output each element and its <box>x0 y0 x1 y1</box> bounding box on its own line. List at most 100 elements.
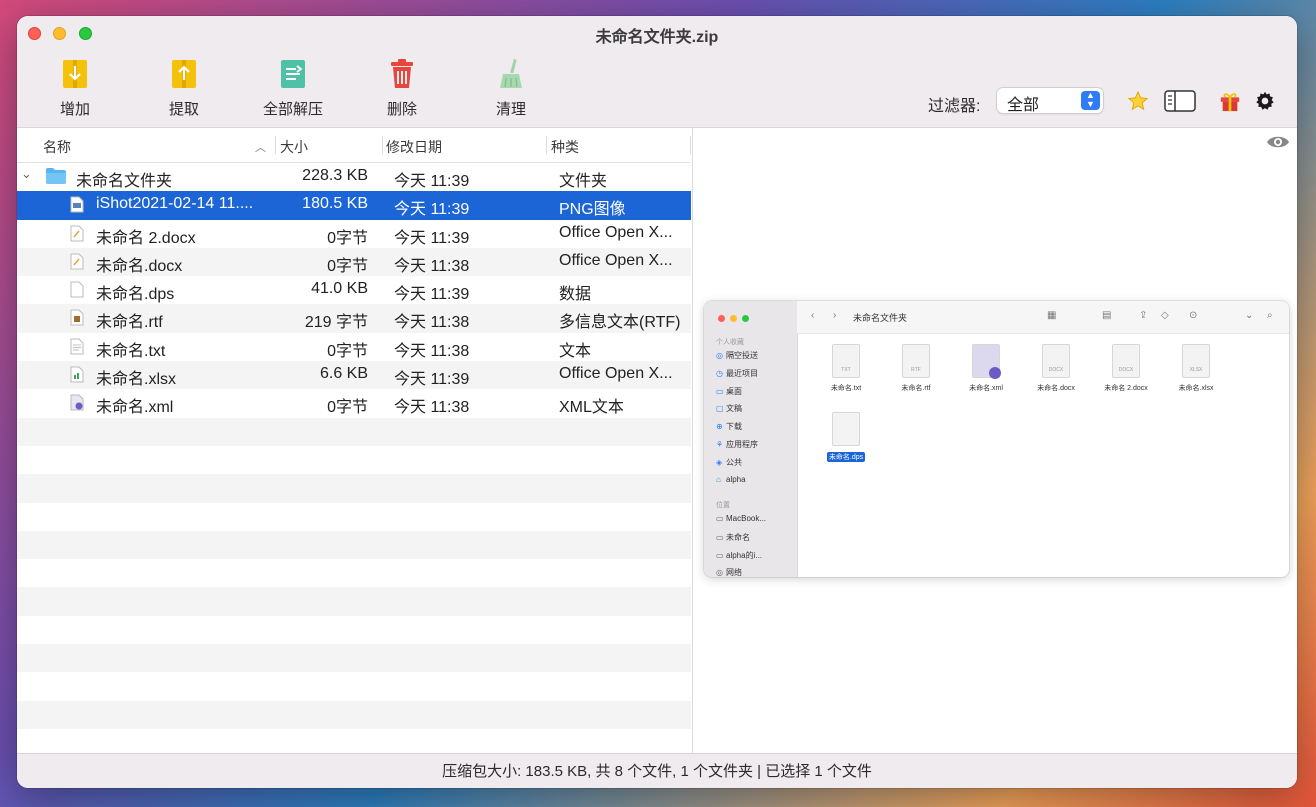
status-bar: 压缩包大小: 183.5 KB, 共 8 个文件, 1 个文件夹 | 已选择 1… <box>17 753 1297 788</box>
column-divider[interactable] <box>275 136 276 154</box>
finder-file-item: DOCX 未命名.docx <box>1024 344 1088 393</box>
table-row[interactable]: iShot2021-02-14 11.... 180.5 KB 今天 11:39 PN… <box>17 191 691 220</box>
blank-file-icon <box>70 281 84 298</box>
finder-file-item: DOCX 未命名 2.docx <box>1094 344 1158 393</box>
delete-button[interactable]: 删除 <box>357 58 447 119</box>
sort-ascending-icon[interactable]: ︿ <box>255 139 266 155</box>
star-icon[interactable] <box>1127 90 1149 117</box>
empty-row <box>17 559 691 587</box>
column-size-header[interactable]: 大小 <box>280 137 308 157</box>
finder-sidebar-label: 隔空投送 <box>726 351 758 360</box>
row-size: 219 字节 <box>304 314 368 332</box>
disclosure-triangle-icon[interactable]: ⌄ <box>21 166 32 182</box>
row-date: 今天 11:39 <box>394 173 470 190</box>
location-icon: ◎ <box>716 568 723 577</box>
table-row[interactable]: 未命名.docx 0字节 今天 11:38 Office Open X... <box>17 247 691 277</box>
finder-sidebar-item: ⊕ 下载 <box>716 421 742 432</box>
eye-icon[interactable] <box>1266 134 1290 155</box>
row-name: 未命名 2.docx <box>96 229 196 247</box>
file-list[interactable]: ⌄ 未命名文件夹 228.3 KB 今天 11:39 文件夹 iShot2021-02-1… <box>17 163 691 753</box>
row-size: 180.5 KB <box>302 195 368 213</box>
row-size: 0字节 <box>327 229 368 247</box>
empty-row <box>17 503 691 531</box>
column-divider[interactable] <box>546 136 547 154</box>
search-icon: ⌕ <box>1267 310 1273 321</box>
row-kind: Office Open X... <box>559 223 673 241</box>
finder-sidebar-label: 公共 <box>726 457 742 467</box>
folder-icon <box>45 167 67 184</box>
delete-label: 删除 <box>386 101 417 118</box>
finder-location-label: alpha的i... <box>726 550 763 560</box>
finder-sidebar-label: 下载 <box>726 422 742 432</box>
finder-title: 未命名文件夹 <box>853 313 908 323</box>
finder-file-name: 未命名 2.docx <box>1104 385 1148 392</box>
row-size: 0字节 <box>327 342 368 360</box>
window-title: 未命名文件夹.zip <box>595 29 719 46</box>
filter-value: 全部 <box>1007 97 1040 114</box>
finder-sidebar-item: ▭ 桌面 <box>716 386 742 397</box>
forward-icon: › <box>833 310 837 321</box>
row-kind: Office Open X... <box>559 365 673 383</box>
column-divider[interactable] <box>382 136 383 154</box>
table-row[interactable]: 未命名 2.docx 0字节 今天 11:39 Office Open X... <box>17 220 691 248</box>
sidebar-item-icon: ◈ <box>716 457 723 467</box>
finder-sidebar-label: 最近项目 <box>726 368 758 378</box>
empty-row <box>17 729 691 753</box>
table-row[interactable]: 未命名.rtf 219 字节 今天 11:38 多信息文本(RTF) <box>17 304 691 333</box>
view-grid-icon: ▦ <box>1047 310 1057 321</box>
column-name-header[interactable]: 名称 <box>43 137 71 157</box>
gift-icon[interactable] <box>1219 90 1241 117</box>
clean-label: 清理 <box>495 101 526 118</box>
extract-all-button[interactable]: 全部解压 <box>248 58 338 119</box>
table-row[interactable]: 未命名.dps 41.0 KB 今天 11:39 数据 <box>17 276 691 304</box>
column-date-header[interactable]: 修改日期 <box>386 137 442 157</box>
row-name: 未命名.docx <box>96 257 183 275</box>
clean-button[interactable]: 清理 <box>466 58 556 119</box>
add-button[interactable]: 增加 <box>30 58 120 119</box>
empty-row <box>17 672 691 700</box>
docx-file-icon <box>70 225 84 242</box>
row-kind: 数据 <box>559 286 592 304</box>
extract-all-label: 全部解压 <box>262 101 323 118</box>
finder-file-item: RTF 未命名.rtf <box>884 344 948 393</box>
table-row[interactable]: 未命名.xlsx 6.6 KB 今天 11:39 Office Open X... <box>17 361 691 390</box>
finder-file-name: 未命名.xml <box>969 385 1003 392</box>
row-date: 今天 11:39 <box>394 201 470 219</box>
chevron-updown-icon: ▲ ▼ <box>1081 91 1100 110</box>
document-icon <box>972 344 1001 379</box>
sidebar-toggle-icon[interactable] <box>1164 90 1196 117</box>
sidebar-item-icon: ◷ <box>716 368 723 378</box>
sidebar-item-icon: ◎ <box>716 351 723 360</box>
extract-button[interactable]: 提取 <box>139 58 229 119</box>
txt-file-icon <box>70 338 84 355</box>
zip-add-icon <box>60 58 90 90</box>
zip-extract-icon <box>169 58 199 90</box>
finder-max-dot <box>742 315 749 322</box>
table-row[interactable]: ⌄ 未命名文件夹 228.3 KB 今天 11:39 文件夹 <box>17 163 691 191</box>
finder-file-name: 未命名.txt <box>830 385 862 392</box>
file-type-tag: DOCX <box>1118 367 1134 373</box>
finder-section-favorites: 个人收藏 <box>716 339 744 346</box>
table-row[interactable]: 未命名.txt 0字节 今天 11:38 文本 <box>17 333 691 361</box>
filter-select[interactable]: 全部 ▲ ▼ <box>997 88 1103 114</box>
table-row[interactable]: 未命名.xml 0字节 今天 11:38 XML文本 <box>17 389 691 417</box>
finder-file-name: 未命名.dps <box>826 452 866 462</box>
share-icon: ⇪ <box>1139 310 1148 321</box>
back-icon: ‹ <box>811 310 815 321</box>
finder-file-item: 未命名.xml <box>954 344 1018 393</box>
gear-icon[interactable] <box>1255 91 1275 116</box>
finder-toolbar: ‹ › 未命名文件夹 ▦ ▤ ⇪ ◇ ⊙ ⌄ ⌕ <box>797 301 1289 334</box>
row-date: 今天 11:39 <box>394 229 470 247</box>
filter-label: 过滤器: <box>928 98 981 115</box>
finder-file-item: TXT 未命名.txt <box>814 344 878 393</box>
file-type-tag: RTF <box>911 367 921 373</box>
column-kind-header[interactable]: 种类 <box>551 137 579 157</box>
app-window: 未命名文件夹.zip 增加 提取 全部解压 删除 清理 过滤器: 全部 ▲ ▼ … <box>17 16 1297 788</box>
row-size: 41.0 KB <box>311 280 368 298</box>
broom-icon <box>496 58 526 90</box>
finder-location-label: MacBook... <box>726 514 767 523</box>
group-icon: ▤ <box>1102 310 1112 321</box>
finder-file-name: 未命名.xlsx <box>1178 385 1214 392</box>
row-date: 今天 11:39 <box>394 286 470 304</box>
document-icon: TXT <box>832 344 860 378</box>
